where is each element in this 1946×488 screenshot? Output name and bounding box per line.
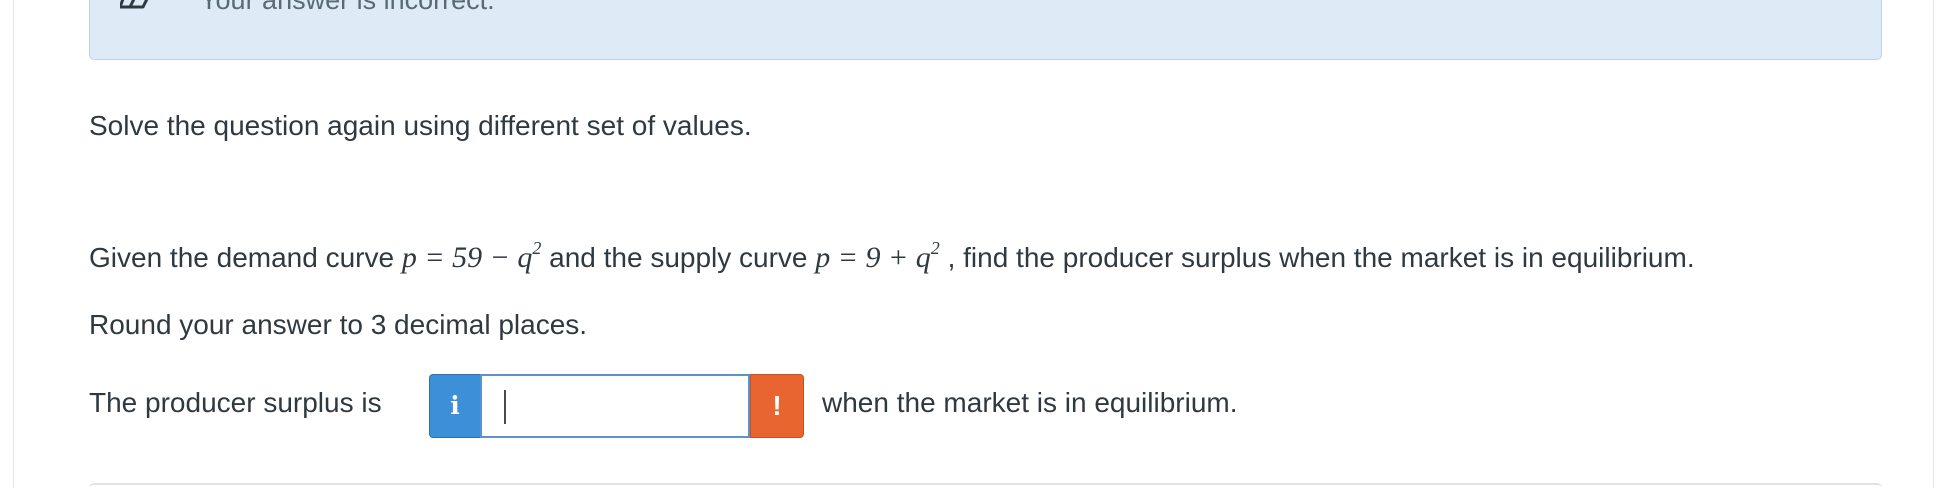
feedback-banner: Your answer is incorrect.: [89, 0, 1882, 60]
eraser-icon: [120, 0, 149, 9]
question-middle: and the supply curve: [541, 242, 816, 273]
answer-suffix: when the market is in equilibrium.: [822, 387, 1238, 418]
info-icon[interactable]: i: [429, 374, 481, 438]
answer-label: The producer surplus is: [89, 387, 382, 418]
producer-surplus-input[interactable]: [480, 374, 750, 438]
text-cursor: [504, 390, 506, 424]
retry-instruction: Solve the question again using different…: [89, 110, 752, 141]
next-section-border: [89, 483, 1882, 488]
question-page: Your answer is incorrect. Solve the ques…: [13, 0, 1934, 488]
question-text: Given the demand curve p = 59 − q2 and t…: [89, 238, 1695, 275]
rounding-instruction: Round your answer to 3 decimal places.: [89, 309, 588, 340]
warning-icon[interactable]: !: [750, 374, 804, 438]
demand-curve: p = 59 − q2: [401, 238, 542, 274]
question-intro: Given the demand curve: [89, 242, 402, 273]
question-ending: , find the producer surplus when the mar…: [939, 242, 1695, 273]
supply-curve: p = 9 + q2: [815, 238, 940, 274]
feedback-message: Your answer is incorrect.: [200, 0, 495, 15]
